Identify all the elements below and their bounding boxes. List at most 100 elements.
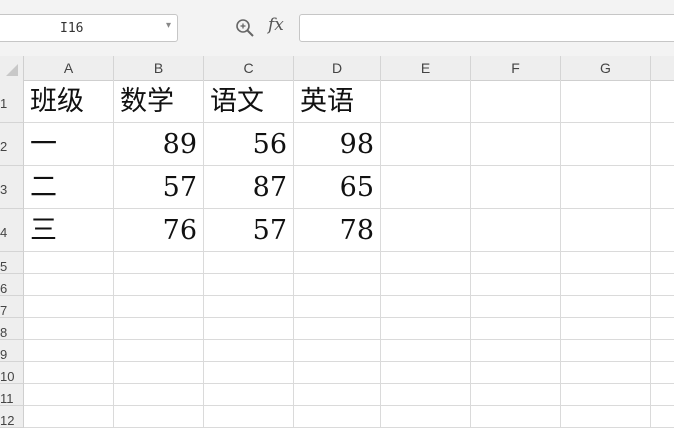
row-header-3[interactable]: 3: [0, 166, 24, 209]
row-header-2[interactable]: 2: [0, 123, 24, 166]
cell-h9[interactable]: [651, 340, 674, 362]
cell-a11[interactable]: [24, 384, 114, 406]
cell-e2[interactable]: [381, 123, 471, 166]
column-header-b[interactable]: B: [114, 56, 204, 80]
cell-a1[interactable]: 班级: [24, 80, 114, 123]
cell-h5[interactable]: [651, 252, 674, 274]
cell-d7[interactable]: [294, 296, 381, 318]
cell-e11[interactable]: [381, 384, 471, 406]
cell-h11[interactable]: [651, 384, 674, 406]
cell-h2[interactable]: [651, 123, 674, 166]
cell-b7[interactable]: [114, 296, 204, 318]
cell-d11[interactable]: [294, 384, 381, 406]
cell-b2[interactable]: 89: [114, 123, 204, 166]
cell-b10[interactable]: [114, 362, 204, 384]
cell-c12[interactable]: [204, 406, 294, 428]
cell-b1[interactable]: 数学: [114, 80, 204, 123]
cell-a10[interactable]: [24, 362, 114, 384]
cell-a4[interactable]: 三: [24, 209, 114, 252]
cell-a8[interactable]: [24, 318, 114, 340]
cell-e6[interactable]: [381, 274, 471, 296]
cell-d6[interactable]: [294, 274, 381, 296]
row-header-12[interactable]: 12: [0, 406, 24, 428]
cell-f2[interactable]: [471, 123, 561, 166]
cell-g1[interactable]: [561, 80, 651, 123]
select-all-corner[interactable]: [0, 56, 24, 80]
cell-d9[interactable]: [294, 340, 381, 362]
cell-g5[interactable]: [561, 252, 651, 274]
cell-g3[interactable]: [561, 166, 651, 209]
column-header-h[interactable]: [651, 56, 674, 80]
cell-g8[interactable]: [561, 318, 651, 340]
cell-c5[interactable]: [204, 252, 294, 274]
column-header-g[interactable]: G: [561, 56, 651, 80]
cell-e4[interactable]: [381, 209, 471, 252]
cell-c8[interactable]: [204, 318, 294, 340]
cell-e7[interactable]: [381, 296, 471, 318]
cell-f1[interactable]: [471, 80, 561, 123]
column-header-d[interactable]: D: [294, 56, 381, 80]
cell-e9[interactable]: [381, 340, 471, 362]
column-header-f[interactable]: F: [471, 56, 561, 80]
cell-c1[interactable]: 语文: [204, 80, 294, 123]
cell-c7[interactable]: [204, 296, 294, 318]
cell-f9[interactable]: [471, 340, 561, 362]
cell-b8[interactable]: [114, 318, 204, 340]
cell-e1[interactable]: [381, 80, 471, 123]
cell-a6[interactable]: [24, 274, 114, 296]
cell-b11[interactable]: [114, 384, 204, 406]
cell-e12[interactable]: [381, 406, 471, 428]
cell-f3[interactable]: [471, 166, 561, 209]
cell-f6[interactable]: [471, 274, 561, 296]
cell-c4[interactable]: 57: [204, 209, 294, 252]
column-header-c[interactable]: C: [204, 56, 294, 80]
cell-h3[interactable]: [651, 166, 674, 209]
cell-d2[interactable]: 98: [294, 123, 381, 166]
cell-h1[interactable]: [651, 80, 674, 123]
cell-d12[interactable]: [294, 406, 381, 428]
cell-a3[interactable]: 二: [24, 166, 114, 209]
chevron-down-icon[interactable]: ▾: [166, 20, 171, 31]
row-header-6[interactable]: 6: [0, 274, 24, 296]
row-header-4[interactable]: 4: [0, 209, 24, 252]
cell-d8[interactable]: [294, 318, 381, 340]
cell-g7[interactable]: [561, 296, 651, 318]
cell-g11[interactable]: [561, 384, 651, 406]
cell-g2[interactable]: [561, 123, 651, 166]
cell-g10[interactable]: [561, 362, 651, 384]
cell-c2[interactable]: 56: [204, 123, 294, 166]
cell-h6[interactable]: [651, 274, 674, 296]
row-header-7[interactable]: 7: [0, 296, 24, 318]
cell-a9[interactable]: [24, 340, 114, 362]
cell-f4[interactable]: [471, 209, 561, 252]
cell-b4[interactable]: 76: [114, 209, 204, 252]
cell-e10[interactable]: [381, 362, 471, 384]
cell-f10[interactable]: [471, 362, 561, 384]
cell-e3[interactable]: [381, 166, 471, 209]
cell-c10[interactable]: [204, 362, 294, 384]
cell-b9[interactable]: [114, 340, 204, 362]
formula-input[interactable]: [299, 14, 674, 42]
cell-a12[interactable]: [24, 406, 114, 428]
cell-a7[interactable]: [24, 296, 114, 318]
magnifier-icon[interactable]: [234, 17, 256, 39]
cell-c11[interactable]: [204, 384, 294, 406]
cell-d3[interactable]: 65: [294, 166, 381, 209]
cell-a5[interactable]: [24, 252, 114, 274]
column-header-e[interactable]: E: [381, 56, 471, 80]
cell-f8[interactable]: [471, 318, 561, 340]
column-header-a[interactable]: A: [24, 56, 114, 80]
cell-h8[interactable]: [651, 318, 674, 340]
row-header-8[interactable]: 8: [0, 318, 24, 340]
fx-icon[interactable]: fx: [268, 15, 284, 35]
cell-d1[interactable]: 英语: [294, 80, 381, 123]
cell-b3[interactable]: 57: [114, 166, 204, 209]
cell-f5[interactable]: [471, 252, 561, 274]
cell-b12[interactable]: [114, 406, 204, 428]
cell-e5[interactable]: [381, 252, 471, 274]
cell-d5[interactable]: [294, 252, 381, 274]
cell-c9[interactable]: [204, 340, 294, 362]
row-header-1[interactable]: 1: [0, 80, 24, 123]
cell-d10[interactable]: [294, 362, 381, 384]
cell-h4[interactable]: [651, 209, 674, 252]
